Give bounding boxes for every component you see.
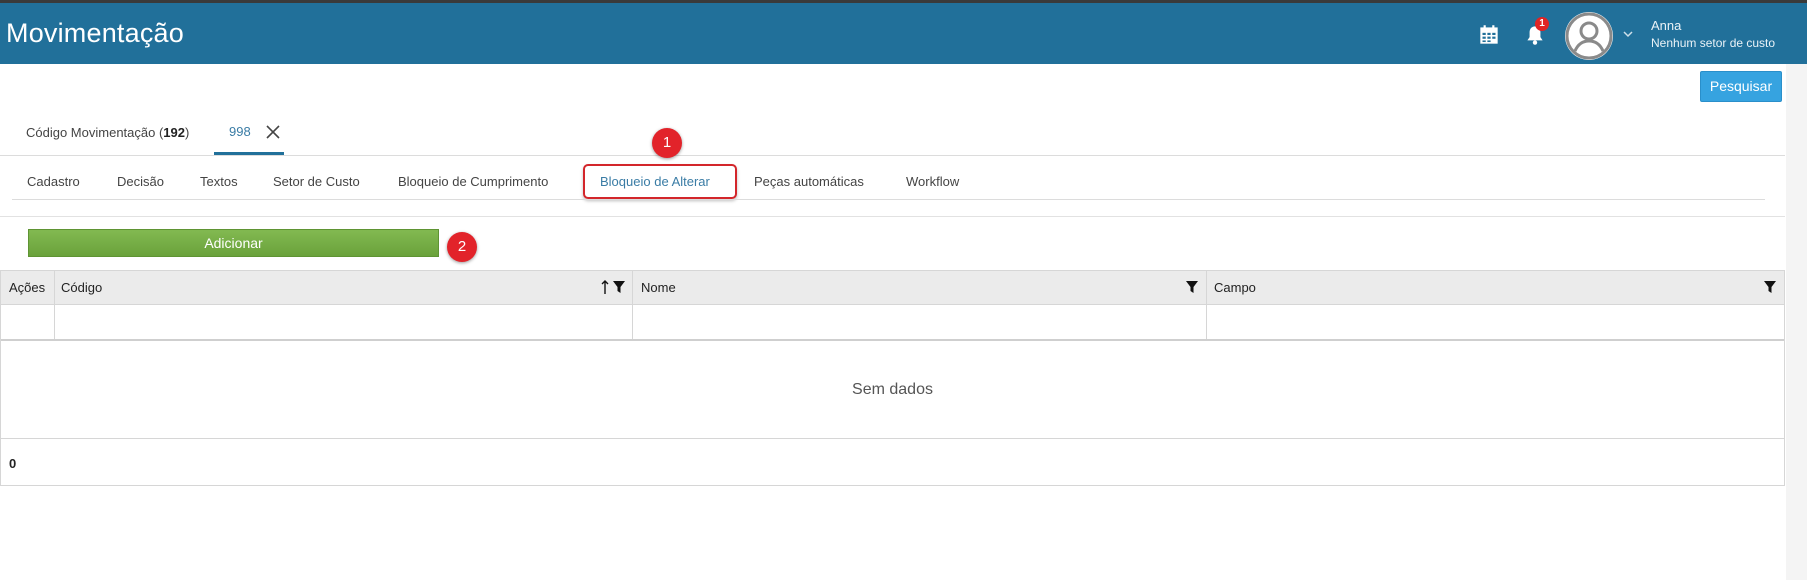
column-divider: [54, 271, 55, 339]
column-header-acoes: Ações: [9, 280, 46, 295]
tab-record-list[interactable]: Código Movimentação (192): [26, 125, 189, 140]
tab-cadastro[interactable]: Cadastro: [27, 174, 80, 189]
grid-header: Ações Código Nome Campo: [1, 271, 1784, 305]
filter-icon[interactable]: [612, 280, 626, 294]
column-divider: [632, 271, 633, 339]
filter-icon[interactable]: [1763, 280, 1777, 294]
tab-bloqueio-de-alterar[interactable]: Bloqueio de Alterar: [600, 174, 710, 189]
grid-total-count: 0: [9, 456, 17, 471]
filter-icon[interactable]: [1185, 280, 1199, 294]
user-name: Anna: [1651, 18, 1682, 33]
calendar-icon[interactable]: [1476, 22, 1502, 48]
data-grid: Ações Código Nome Campo Sem dados 0: [0, 270, 1785, 486]
tab-textos[interactable]: Textos: [200, 174, 238, 189]
record-list-suffix: ): [185, 125, 190, 140]
grid-filter-row: [1, 305, 1784, 341]
tab-pecas-automaticas[interactable]: Peças automáticas: [754, 174, 864, 189]
record-count: 192: [163, 125, 185, 140]
tab-current-record[interactable]: 998: [229, 124, 251, 139]
empty-state-text: Sem dados: [852, 381, 933, 398]
column-header-campo[interactable]: Campo: [1214, 271, 1256, 304]
tabs-divider: [12, 199, 1765, 200]
tab-bloqueio-de-cumprimento[interactable]: Bloqueio de Cumprimento: [398, 174, 548, 189]
section-divider: [0, 216, 1785, 217]
notification-badge: 1: [1535, 17, 1549, 31]
close-icon[interactable]: [265, 124, 281, 140]
add-button[interactable]: Adicionar: [28, 229, 439, 257]
page-title: Movimentação: [6, 18, 184, 48]
search-button[interactable]: Pesquisar: [1700, 71, 1782, 102]
tab-setor-de-custo[interactable]: Setor de Custo: [273, 174, 360, 189]
chevron-down-icon[interactable]: [1622, 28, 1634, 40]
app-header: Movimentação 1 Anna Nenhum setor de cust…: [0, 3, 1807, 64]
column-divider: [1206, 271, 1207, 339]
page-scrollbar[interactable]: [1786, 64, 1807, 580]
record-list-prefix: Código Movimentação (: [26, 125, 164, 140]
grid-footer-divider: [1, 438, 1784, 439]
step-marker-1: 1: [652, 128, 682, 158]
user-cost-sector: Nenhum setor de custo: [1651, 36, 1776, 50]
tab-decisao[interactable]: Decisão: [117, 174, 164, 189]
column-header-codigo[interactable]: Código: [61, 271, 102, 304]
column-header-nome[interactable]: Nome: [641, 271, 676, 304]
tab-workflow[interactable]: Workflow: [906, 174, 959, 189]
avatar-icon: [1565, 12, 1613, 60]
sort-asc-icon[interactable]: [601, 279, 609, 295]
record-tabs-divider: [0, 155, 1785, 156]
step-marker-2: 2: [447, 232, 477, 262]
avatar[interactable]: [1565, 12, 1613, 60]
